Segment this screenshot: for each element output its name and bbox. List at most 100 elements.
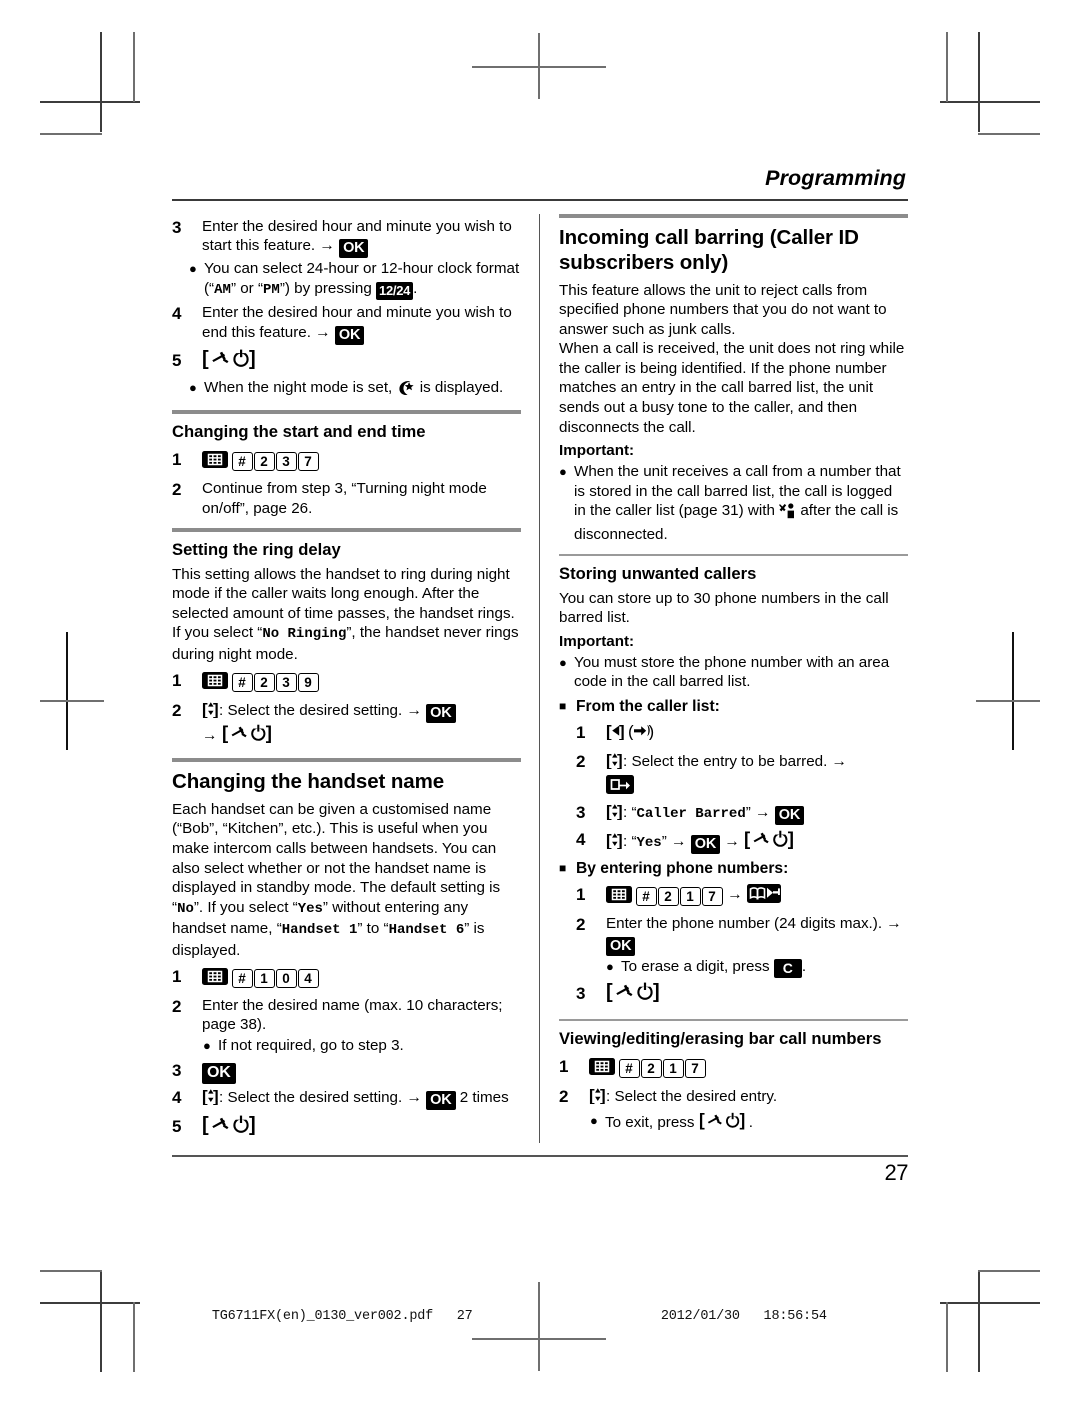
page-number: 27: [884, 1159, 909, 1185]
step-3-start-time: 3 Enter the desired hour and minute you …: [172, 217, 521, 259]
svg-text:[: [: [606, 981, 613, 1002]
section-divider: [559, 1018, 908, 1021]
svg-text:[: [: [606, 722, 612, 740]
section-divider: [559, 213, 908, 218]
svg-text:[: [: [589, 1086, 595, 1104]
step-keys: #2 3 9: [202, 668, 521, 697]
svg-text:[: [: [202, 1114, 209, 1135]
barred-caller-icon: [779, 503, 796, 525]
step-2-select-setting: 2 []: Select the desired setting. → OK →…: [172, 700, 521, 749]
bullet-to-exit: To exit, press [ ] .: [559, 1110, 908, 1136]
svg-text:]: ]: [653, 981, 660, 1002]
important-label: Important:: [559, 442, 635, 460]
step-text: []: Select the desired setting. → OK 2 t…: [202, 1087, 521, 1111]
step-number: 2: [172, 996, 182, 1016]
step-text: Enter the desired hour and minute you wi…: [202, 217, 512, 259]
square-bullet: [559, 696, 576, 717]
step-text: Enter the desired name (max. 10 characte…: [202, 996, 503, 1034]
pm-literal: PM: [263, 281, 280, 298]
svg-text:[: [: [699, 1111, 705, 1130]
crop-mark-bl-v: [100, 1272, 102, 1372]
registration-mark-left-h: [40, 700, 104, 702]
left-arrow-key-icon: []: [606, 722, 628, 748]
right-column: Incoming call barring (Caller ID subscri…: [539, 213, 908, 1143]
crop-mark-tr-h2: [978, 133, 1040, 135]
ok-key: OK: [426, 1091, 456, 1111]
handset-1-literal: Handset 1: [281, 922, 358, 939]
footer-file-name: TG6711FX(en)_0130_ver002.pdf 27: [211, 1309, 473, 1324]
group-heading-text: From the caller list:: [576, 698, 720, 715]
arrow-glyph: →: [886, 915, 902, 933]
step-text: []: Select the entry to be barred. →: [606, 751, 908, 799]
off-power-key-icon: [ ]: [606, 981, 664, 1010]
arrow-glyph: →: [202, 727, 218, 745]
handset-name-body: Each handset can be given a customised n…: [172, 800, 501, 959]
no-ringing-literal: No Ringing: [262, 626, 347, 643]
svg-text:]: ]: [265, 723, 271, 743]
crop-mark-tl-v2: [133, 32, 135, 102]
bullet-dot: [203, 1036, 218, 1056]
bullet-dot: [559, 462, 574, 544]
menu-key-icon: [589, 1057, 615, 1083]
step-5-power-off: 5 []: [172, 348, 521, 377]
step-2-select-entry: 2 []: Select the entry to be barred. →: [559, 751, 908, 799]
key-hash: #: [231, 672, 253, 692]
key-digit: 4: [297, 968, 319, 988]
svg-text:]: ]: [213, 1087, 219, 1105]
bullet-barred-logged: When the unit receives a call from a num…: [559, 462, 908, 544]
svg-text:]: ]: [600, 1086, 606, 1104]
step-1-caller-list-key: 1 [](): [559, 720, 908, 748]
caller-list-key-icon: (): [628, 722, 655, 748]
step-keys: [](): [606, 720, 908, 748]
registration-mark-bottom-h: [472, 1338, 606, 1340]
step-2-enter-phone-number: 2 Enter the phone number (24 digits max.…: [559, 914, 908, 956]
svg-text:]: ]: [249, 348, 256, 369]
ok-key: OK: [606, 936, 636, 956]
nav-updown-key-icon: []: [202, 700, 219, 724]
step-number: 1: [172, 670, 182, 690]
key-digit: 1: [662, 1058, 684, 1078]
section-divider: [172, 410, 521, 415]
important-label: Important:: [559, 632, 635, 650]
section-title-incoming-call-barring: Incoming call barring (Caller ID subscri…: [559, 225, 859, 274]
svg-text:[: [: [202, 348, 209, 369]
step-keys: OK: [202, 1058, 521, 1085]
step-number: 2: [576, 752, 586, 771]
footer-divider-mark: [538, 1282, 540, 1326]
svg-text:]: ]: [619, 722, 625, 740]
group-heading-by-entering-numbers: By entering phone numbers:: [559, 858, 908, 879]
step-2-continue: 2 Continue from step 3, “Turning night m…: [172, 479, 521, 518]
bullet-if-not-required: If not required, go to step 3.: [172, 1036, 521, 1056]
off-power-key-icon: [ ]: [202, 348, 260, 377]
key-digit: 2: [640, 1058, 662, 1078]
arrow-glyph: →: [831, 753, 848, 770]
bullet-text: To erase a digit, press C.: [621, 957, 807, 978]
subsection-title-start-end-time: Changing the start and end time: [172, 422, 426, 442]
bullet-text: To exit, press [ ] .: [605, 1110, 908, 1136]
step-number: 2: [576, 915, 586, 935]
arrow-glyph: →: [319, 237, 335, 255]
step-keys: #1 0 4: [202, 964, 521, 993]
crop-mark-bl-h: [40, 1302, 140, 1304]
svg-text:): ): [649, 722, 655, 740]
step-number: 1: [559, 1056, 569, 1076]
svg-text:[: [: [202, 700, 208, 718]
step-number: 4: [172, 1088, 182, 1108]
svg-text:[: [: [606, 751, 612, 769]
erase-key-icon: [606, 774, 634, 800]
ok-key: OK: [426, 703, 456, 723]
registration-mark-right-h: [976, 700, 1040, 702]
crop-mark-tl-v: [100, 32, 102, 132]
off-power-key-icon: [ ]: [222, 722, 276, 749]
bullet-erase-digit: To erase a digit, press C.: [559, 957, 908, 978]
bullet-text: You can select 24-hour or 12-hour clock …: [204, 260, 520, 300]
subsection-title-viewing-editing: Viewing/editing/erasing bar call numbers: [559, 1028, 882, 1048]
bullet-text: If not required, go to step 3.: [218, 1036, 404, 1054]
key-digit: 0: [275, 968, 297, 988]
key-digit: 2: [253, 672, 275, 692]
page-content: Programming 3 Enter the desired hour and…: [172, 167, 909, 1228]
ok-key: OK: [334, 325, 365, 345]
arrow-glyph: →: [724, 832, 740, 850]
nav-updown-key-icon: []: [606, 802, 623, 826]
step-text: []: “Caller Barred” → OK: [606, 802, 908, 826]
